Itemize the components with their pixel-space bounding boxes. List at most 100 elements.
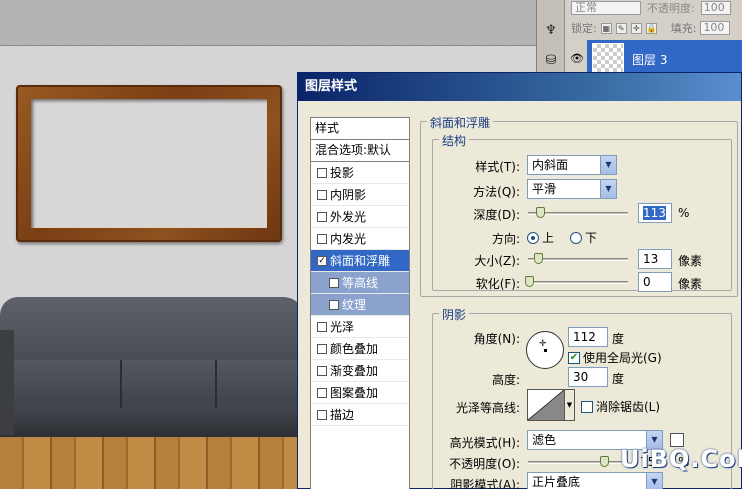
lock-label: 锁定:: [571, 22, 597, 35]
style-item-label: 等高线: [342, 276, 379, 290]
style-item-label: 纹理: [342, 298, 367, 312]
angle-input[interactable]: 112: [568, 327, 608, 347]
style-item-label: 外发光: [330, 210, 367, 224]
style-item[interactable]: 内发光: [311, 228, 409, 250]
lock-brush-icon[interactable]: ✎: [615, 22, 627, 34]
chevron-down-icon[interactable]: ▼: [646, 473, 662, 489]
blend-mode-select[interactable]: 正常: [571, 1, 641, 15]
opacity-input[interactable]: 100: [700, 1, 731, 15]
technique-select[interactable]: 平滑 ▼: [527, 179, 617, 199]
style-item[interactable]: 内阴影: [311, 184, 409, 206]
dialog-title[interactable]: 图层样式: [298, 73, 741, 101]
checkbox-icon[interactable]: [317, 365, 327, 376]
highlight-mode-value: 滤色: [532, 433, 557, 447]
style-label: 样式(T):: [475, 160, 520, 174]
direction-down-label: 下: [585, 231, 598, 245]
shading-title: 阴影: [439, 306, 470, 323]
style-item[interactable]: 外发光: [311, 206, 409, 228]
antialias-label: 消除锯齿(L): [596, 400, 661, 414]
angle-dial[interactable]: ✛: [526, 331, 564, 369]
checkbox-icon[interactable]: [317, 189, 327, 200]
lock-move-icon[interactable]: ✛: [630, 22, 642, 34]
layer-style-dialog: 图层样式 样式 混合选项:默认 投影 内阴影 外发光 内发光 ✓ 斜面和浮雕 等高线 纹理 光泽…: [297, 72, 742, 489]
lock-row: 锁定: ▦ ✎ ✛ 🔒 填充: 100: [567, 18, 742, 38]
style-item[interactable]: 光泽: [311, 316, 409, 338]
angle-center-dot: [544, 349, 547, 352]
checkbox-icon[interactable]: [329, 299, 339, 310]
style-item-label: 斜面和浮雕: [330, 254, 391, 268]
style-item[interactable]: 颜色叠加: [311, 338, 409, 360]
style-item[interactable]: 渐变叠加: [311, 360, 409, 382]
depth-input[interactable]: 113: [638, 203, 672, 223]
chevron-down-icon[interactable]: ▼: [600, 180, 616, 198]
sofa-back: [0, 297, 305, 369]
lock-transparency-icon[interactable]: ▦: [600, 22, 612, 34]
blend-options-item[interactable]: 混合选项:默认: [311, 140, 409, 162]
site-watermark-logo: UiBQ.CoM: [620, 445, 742, 473]
soften-slider-thumb[interactable]: [525, 276, 534, 287]
checkbox-icon[interactable]: [329, 277, 339, 288]
soften-label: 软化(F):: [475, 277, 520, 291]
altitude-unit: 度: [612, 372, 625, 386]
checkbox-icon[interactable]: [317, 343, 327, 354]
brush-tool-icon[interactable]: ♆: [541, 20, 561, 40]
lock-all-icon[interactable]: 🔒: [645, 22, 657, 34]
fill-label: 填充:: [670, 22, 697, 35]
depth-slider[interactable]: [528, 207, 628, 218]
style-item[interactable]: 等高线: [311, 272, 409, 294]
depth-unit: %: [678, 206, 690, 220]
style-item-label: 图案叠加: [330, 386, 379, 400]
angle-unit: 度: [612, 332, 625, 346]
checkbox-icon[interactable]: [317, 321, 327, 332]
highlight-opacity-slider[interactable]: [528, 456, 628, 467]
direction-down-radio[interactable]: 下: [570, 229, 597, 246]
bevel-emboss-title: 斜面和浮雕: [427, 114, 494, 131]
checkbox-icon[interactable]: [317, 167, 327, 178]
style-item-label: 渐变叠加: [330, 364, 379, 378]
global-light-checkbox[interactable]: ✔ 使用全局光(G): [568, 349, 662, 366]
checkbox-icon[interactable]: [317, 409, 327, 420]
fill-input[interactable]: 100: [700, 21, 731, 35]
contour-dropdown-arrow[interactable]: ▼: [565, 389, 575, 421]
styles-header[interactable]: 样式: [311, 118, 409, 140]
bevel-style-select[interactable]: 内斜面 ▼: [527, 155, 617, 175]
checkbox-icon[interactable]: [317, 233, 327, 244]
style-item[interactable]: 纹理: [311, 294, 409, 316]
soften-slider[interactable]: [525, 276, 628, 287]
chevron-down-icon[interactable]: ▼: [600, 156, 616, 174]
angle-label: 角度(N):: [473, 332, 520, 346]
sofa-seam: [215, 360, 217, 408]
checkbox-icon[interactable]: [317, 211, 327, 222]
style-item[interactable]: ✓ 斜面和浮雕: [311, 250, 409, 272]
style-item[interactable]: 图案叠加: [311, 382, 409, 404]
gloss-contour-label: 光泽等高线:: [455, 401, 520, 415]
style-item[interactable]: 投影: [311, 162, 409, 184]
antialias-checkbox[interactable]: 消除锯齿(L): [581, 398, 660, 415]
shadow-mode-value: 正片叠底: [532, 475, 581, 489]
depth-slider-thumb[interactable]: [536, 207, 545, 218]
size-slider[interactable]: [528, 253, 628, 264]
direction-up-radio[interactable]: 上: [527, 229, 554, 246]
picture-frame: [16, 85, 282, 242]
global-light-label: 使用全局光(G): [583, 351, 662, 365]
altitude-input[interactable]: 30: [568, 367, 608, 387]
sofa-base: [0, 405, 305, 437]
style-item[interactable]: 描边: [311, 404, 409, 426]
shadow-mode-select[interactable]: 正片叠底 ▼: [527, 472, 663, 489]
size-input[interactable]: 13: [638, 249, 672, 269]
style-item-label: 描边: [330, 408, 355, 422]
style-item-label: 内发光: [330, 232, 367, 246]
direction-label: 方向:: [491, 232, 520, 246]
sofa-seat: [0, 360, 305, 408]
direction-up-label: 上: [542, 231, 555, 245]
checkbox-icon[interactable]: [317, 387, 327, 398]
checkbox-icon: [581, 400, 593, 413]
opacity-slider-thumb[interactable]: [600, 456, 609, 467]
crosshair-icon: ✛: [539, 339, 547, 349]
gloss-contour-preview[interactable]: [527, 389, 565, 421]
soften-input[interactable]: 0: [638, 272, 672, 292]
layer-thumbnail: [592, 43, 624, 75]
size-slider-thumb[interactable]: [534, 253, 543, 264]
clone-stamp-icon[interactable]: ⛁: [541, 50, 561, 70]
checkmark-icon[interactable]: ✓: [317, 255, 327, 266]
